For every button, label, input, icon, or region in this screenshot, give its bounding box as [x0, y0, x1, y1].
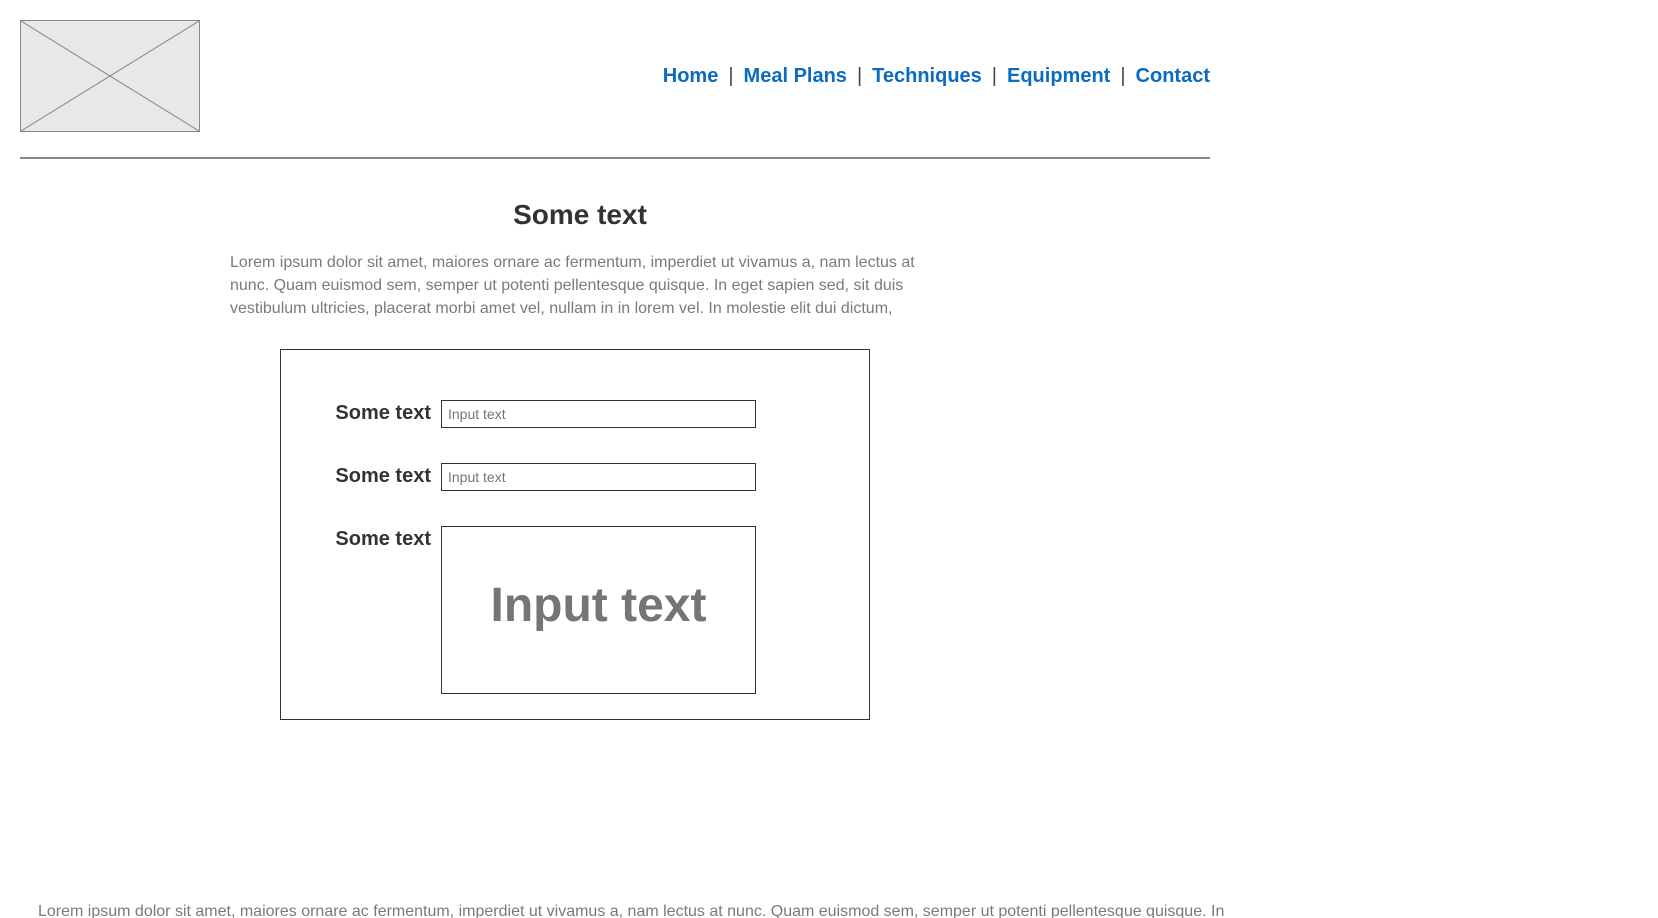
form-textarea[interactable] [441, 526, 756, 694]
form-row: Some text [321, 400, 829, 428]
content: Some text Lorem ipsum dolor sit amet, ma… [230, 199, 930, 720]
form-input-2[interactable] [441, 463, 756, 491]
form-label-2: Some text [321, 463, 431, 488]
form-row: Some text [321, 463, 829, 491]
logo-placeholder [20, 20, 200, 132]
form-row: Some text [321, 526, 829, 694]
header: Home | Meal Plans | Techniques | Equipme… [20, 20, 1210, 159]
form-label-1: Some text [321, 400, 431, 425]
footer-paragraph: Lorem ipsum dolor sit amet, maiores orna… [38, 900, 1438, 918]
page-container: Home | Meal Plans | Techniques | Equipme… [20, 0, 1210, 720]
page-heading: Some text [230, 199, 930, 231]
intro-paragraph: Lorem ipsum dolor sit amet, maiores orna… [230, 251, 930, 319]
nav-link-home[interactable]: Home [663, 65, 719, 88]
intro-paragraph-clip: Lorem ipsum dolor sit amet, maiores orna… [230, 251, 930, 319]
nav-link-meal-plans[interactable]: Meal Plans [744, 65, 847, 88]
form-input-1[interactable] [441, 400, 756, 428]
nav-link-equipment[interactable]: Equipment [1007, 65, 1110, 88]
main-nav: Home | Meal Plans | Techniques | Equipme… [663, 65, 1210, 88]
nav-separator: | [1120, 65, 1125, 88]
nav-separator: | [728, 65, 733, 88]
nav-separator: | [857, 65, 862, 88]
form-label-3: Some text [321, 526, 431, 551]
image-placeholder-icon [21, 21, 199, 131]
nav-link-contact[interactable]: Contact [1136, 65, 1210, 88]
form-box: Some text Some text Some text [280, 349, 870, 720]
nav-link-techniques[interactable]: Techniques [872, 65, 982, 88]
nav-separator: | [992, 65, 997, 88]
